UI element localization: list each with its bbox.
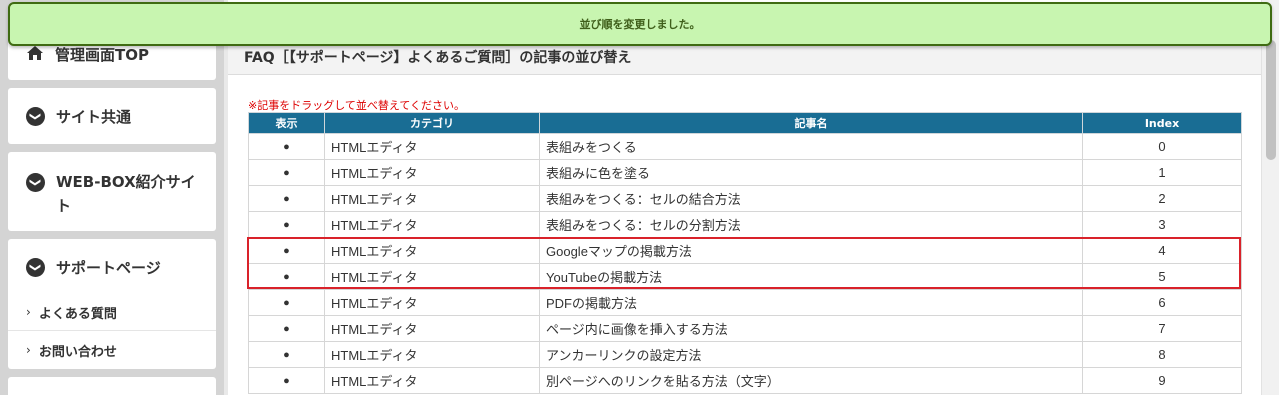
sidebar-item-label: サイト共通: [56, 108, 132, 126]
table-row[interactable]: ● HTMLエディタ 表組みに色を塗る 1: [248, 159, 1242, 186]
chevron-down-icon: ❯: [26, 173, 45, 192]
index-cell: 2: [1082, 185, 1242, 212]
sidebar: 管理画面TOP ❯ サイト共通 ❯ WEB-BOX紹介サイト ❯ サポートページ…: [0, 0, 224, 395]
table-header-row: 表示 カテゴリ 記事名 Index: [248, 112, 1242, 134]
article-title-cell: アンカーリンクの設定方法: [539, 341, 1083, 368]
sidebar-subitem-contact[interactable]: › お問い合わせ: [8, 332, 216, 368]
scrollbar-thumb[interactable]: [1266, 40, 1276, 160]
category-cell: HTMLエディタ: [324, 211, 540, 238]
index-cell: 6: [1082, 289, 1242, 316]
table-row[interactable]: ● HTMLエディタ Googleマップの掲載方法 4: [248, 237, 1242, 264]
category-cell: HTMLエディタ: [324, 289, 540, 316]
chevron-right-icon: ›: [26, 343, 31, 357]
chevron-down-icon: ❯: [26, 258, 45, 277]
category-cell: HTMLエディタ: [324, 185, 540, 212]
sidebar-subitem-faq[interactable]: › よくある質問: [8, 294, 216, 330]
category-cell: HTMLエディタ: [324, 341, 540, 368]
article-title-cell: 別ページへのリンクを貼る方法（文字）: [539, 367, 1083, 394]
display-status-dot: ●: [248, 315, 325, 342]
sidebar-item-label: サポートページ: [56, 259, 161, 277]
table-row[interactable]: ● HTMLエディタ 表組みをつくる 0: [248, 133, 1242, 160]
article-title-cell: PDFの掲載方法: [539, 289, 1083, 316]
column-header-display: 表示: [248, 112, 325, 134]
display-status-dot: ●: [248, 159, 325, 186]
drag-instruction: ※記事をドラッグして並べ替えてください。: [248, 99, 466, 112]
sidebar-item-site-common[interactable]: ❯ サイト共通: [8, 88, 216, 144]
faq-sort-table: 表示 カテゴリ 記事名 Index ● HTMLエディタ 表組みをつくる 0 ● HTML…: [248, 112, 1242, 394]
category-cell: HTMLエディタ: [324, 315, 540, 342]
table-row[interactable]: ● HTMLエディタ 表組みをつくる：セルの結合方法 2: [248, 185, 1242, 212]
article-title-cell: ページ内に画像を挿入する方法: [539, 315, 1083, 342]
display-status-dot: ●: [248, 237, 325, 264]
display-status-dot: ●: [248, 341, 325, 368]
category-cell: HTMLエディタ: [324, 263, 540, 290]
category-cell: HTMLエディタ: [324, 159, 540, 186]
category-cell: HTMLエディタ: [324, 133, 540, 160]
table-row[interactable]: ● HTMLエディタ 別ページへのリンクを貼る方法（文字） 9: [248, 367, 1242, 394]
chevron-down-icon: ❯: [26, 107, 45, 126]
flash-message: 並び順を変更しました。: [8, 2, 1272, 46]
index-cell: 5: [1082, 263, 1242, 290]
sidebar-item-webbox-site[interactable]: ❯ WEB-BOX紹介サイト: [8, 152, 216, 231]
column-header-category: カテゴリ: [324, 112, 540, 134]
column-header-index: Index: [1082, 112, 1242, 134]
table-row[interactable]: ● HTMLエディタ ページ内に画像を挿入する方法 7: [248, 315, 1242, 342]
sidebar-item-next[interactable]: [8, 377, 216, 395]
scrollbar[interactable]: [1261, 0, 1279, 395]
index-cell: 0: [1082, 133, 1242, 160]
article-title-cell: YouTubeの掲載方法: [539, 263, 1083, 290]
sidebar-item-support[interactable]: ❯ サポートページ: [8, 239, 216, 278]
article-title-cell: 表組みをつくる：セルの結合方法: [539, 185, 1083, 212]
chevron-right-icon: ›: [26, 305, 31, 319]
flash-message-text: 並び順を変更しました。: [579, 18, 701, 31]
index-cell: 4: [1082, 237, 1242, 264]
table-row[interactable]: ● HTMLエディタ YouTubeの掲載方法 5: [248, 263, 1242, 290]
article-title-cell: 表組みに色を塗る: [539, 159, 1083, 186]
table-row[interactable]: ● HTMLエディタ PDFの掲載方法 6: [248, 289, 1242, 316]
sidebar-item-label: 管理画面TOP: [55, 46, 149, 64]
display-status-dot: ●: [248, 289, 325, 316]
sidebar-item-label: WEB-BOX紹介サイト: [56, 173, 196, 215]
article-title-cell: Googleマップの掲載方法: [539, 237, 1083, 264]
sidebar-section-support: ❯ サポートページ › よくある質問 › お問い合わせ: [8, 239, 216, 369]
index-cell: 8: [1082, 341, 1242, 368]
display-status-dot: ●: [248, 211, 325, 238]
index-cell: 7: [1082, 315, 1242, 342]
category-cell: HTMLエディタ: [324, 367, 540, 394]
main-content: FAQ［【サポートページ】よくあるご質問］の記事の並び替え ※記事をドラッグして…: [228, 0, 1261, 395]
display-status-dot: ●: [248, 367, 325, 394]
display-status-dot: ●: [248, 185, 325, 212]
sidebar-subitem-label: お問い合わせ: [38, 344, 117, 360]
index-cell: 1: [1082, 159, 1242, 186]
index-cell: 3: [1082, 211, 1242, 238]
display-status-dot: ●: [248, 263, 325, 290]
table-row[interactable]: ● HTMLエディタ アンカーリンクの設定方法 8: [248, 341, 1242, 368]
category-cell: HTMLエディタ: [324, 237, 540, 264]
home-icon: [27, 46, 43, 60]
sidebar-subitem-label: よくある質問: [38, 306, 117, 322]
index-cell: 9: [1082, 367, 1242, 394]
divider: [8, 330, 216, 331]
page-title: FAQ［【サポートページ】よくあるご質問］の記事の並び替え: [228, 42, 1261, 75]
display-status-dot: ●: [248, 133, 325, 160]
article-title-cell: 表組みをつくる: [539, 133, 1083, 160]
article-title-cell: 表組みをつくる：セルの分割方法: [539, 211, 1083, 238]
column-header-article: 記事名: [539, 112, 1083, 134]
table-row[interactable]: ● HTMLエディタ 表組みをつくる：セルの分割方法 3: [248, 211, 1242, 238]
